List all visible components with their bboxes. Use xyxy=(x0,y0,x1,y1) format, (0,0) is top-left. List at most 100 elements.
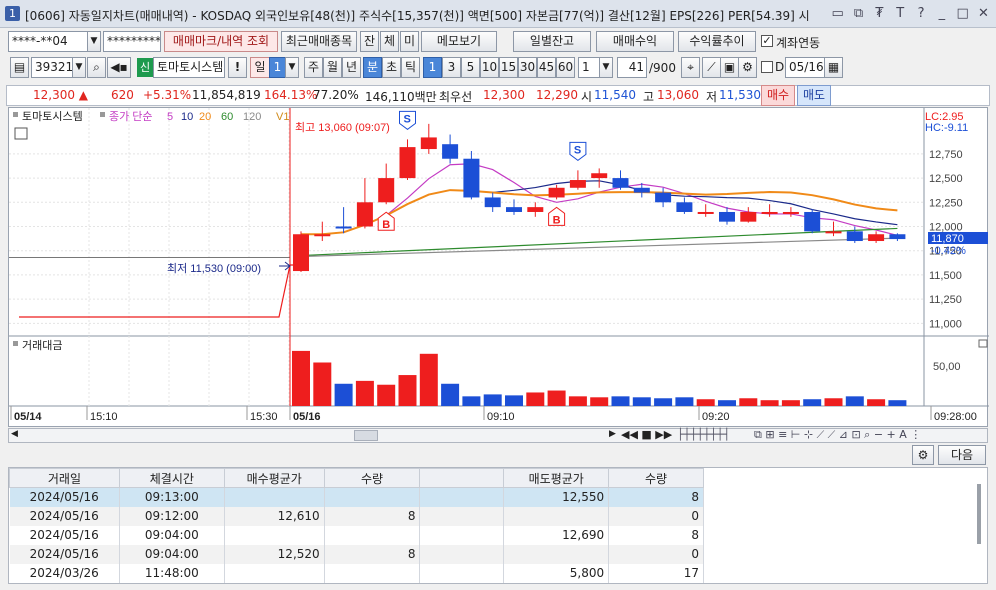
interval-button-0[interactable]: 1 xyxy=(423,57,442,78)
x-tick-label: 09:28:00 xyxy=(934,411,977,423)
minimize-icon[interactable]: _ xyxy=(933,5,950,22)
open-price: 11,540 xyxy=(594,88,636,102)
scroll-left-icon[interactable]: ◀ xyxy=(11,429,18,439)
sell-marker-label: S xyxy=(574,144,581,156)
scroll-right-icon[interactable]: ▶ xyxy=(609,429,616,439)
trade-marks-button[interactable]: 매매마크/내역 조회 xyxy=(164,31,278,52)
account-field[interactable]: ****-**04 xyxy=(8,31,88,52)
legend-ma-120: 120 xyxy=(243,111,261,123)
interval-button-6[interactable]: 45 xyxy=(537,57,556,78)
price-chart[interactable]: 12,750 12,500 12,250 12,000 11,750 11,500 11,2… xyxy=(8,107,989,428)
interval-button-4[interactable]: 15 xyxy=(499,57,518,78)
scroll-thumb[interactable] xyxy=(354,430,378,441)
save-icon[interactable]: ▣ xyxy=(720,57,739,78)
volume-bar xyxy=(441,383,460,406)
sell-button[interactable]: 매도 xyxy=(797,85,831,106)
column-header-0[interactable]: 거래일 xyxy=(9,468,120,488)
table-row[interactable]: 2024/05/16 09:04:00 12,520 8 0 xyxy=(9,544,704,564)
column-header-3[interactable]: 수량 xyxy=(323,468,421,488)
count-dropdown-icon[interactable]: ▼ xyxy=(599,57,613,78)
period-button-1[interactable]: 월 xyxy=(323,57,342,78)
interval-button-5[interactable]: 30 xyxy=(518,57,537,78)
interval-button-2[interactable]: 5 xyxy=(461,57,480,78)
next-button[interactable]: 다음 xyxy=(938,445,986,465)
drawing-tools-icons[interactable]: ⧉ ⊞ ≡ ⊢ ⊹ ⟋ ⟋ ⊿ ⊡ ⌕ − + A ⋮ xyxy=(754,428,921,442)
password-field[interactable]: ********* xyxy=(103,31,161,52)
bar-count-field[interactable]: 41 xyxy=(617,57,647,78)
account-link-checkbox[interactable]: ✓ xyxy=(761,35,773,47)
calendar-icon[interactable]: ▦ xyxy=(824,57,843,78)
period-button-5[interactable]: 틱 xyxy=(401,57,420,78)
volume-bar xyxy=(568,396,587,406)
help-icon[interactable]: ? xyxy=(913,5,930,22)
count-select[interactable]: 1 xyxy=(578,57,600,78)
date-field[interactable]: 05/16 xyxy=(785,57,825,78)
crosshair-icon[interactable]: ⌖ xyxy=(681,57,700,78)
daily-balance-button[interactable]: 일별잔고 xyxy=(513,31,591,52)
interval-button-7[interactable]: 60 xyxy=(556,57,575,78)
account-dropdown-icon[interactable]: ▼ xyxy=(87,31,101,52)
table-cell xyxy=(324,563,421,583)
column-header-2[interactable]: 매수평균가 xyxy=(223,468,325,488)
day-count-select[interactable]: 1 xyxy=(269,57,286,78)
font-icon[interactable]: T xyxy=(892,5,909,22)
table-row[interactable]: 2024/05/16 09:13:00 12,550 8 xyxy=(9,487,704,507)
table-row[interactable]: 2024/05/16 09:12:00 12,610 8 0 xyxy=(9,506,704,526)
return-trend-button[interactable]: 수익률추이 xyxy=(678,31,756,52)
column-header-4[interactable] xyxy=(419,468,505,488)
zoom-slider[interactable]: ├┼┼┼┼┼┼┤ xyxy=(677,428,730,441)
period-button-4[interactable]: 초 xyxy=(382,57,401,78)
grid-settings-icon[interactable]: ⚙ xyxy=(912,445,934,465)
alert-button[interactable]: ! xyxy=(228,57,247,78)
search-icon[interactable]: ⌕ xyxy=(87,57,106,78)
table-row[interactable]: 2024/03/26 11:48:00 5,800 17 xyxy=(9,563,704,583)
table-row[interactable]: 2024/05/16 09:04:00 12,690 8 xyxy=(9,525,704,545)
settings-gear-icon[interactable]: ⚙ xyxy=(738,57,757,78)
date-checkbox[interactable] xyxy=(761,61,773,73)
unfilled-button[interactable]: 미 xyxy=(400,31,419,52)
stock-code-field[interactable]: 393210 xyxy=(31,57,73,78)
y-tick-label: 12,250 xyxy=(929,197,963,209)
volume-bar xyxy=(590,397,609,406)
stock-search-icon[interactable]: ▤ xyxy=(10,57,29,78)
period-button-0[interactable]: 주 xyxy=(304,57,323,78)
recent-trades-button[interactable]: 최근매매종목 xyxy=(281,31,357,52)
day-count-dropdown-icon[interactable]: ▼ xyxy=(285,57,299,78)
period-button-3[interactable]: 분 xyxy=(363,57,382,78)
buy-button[interactable]: 매수 xyxy=(761,85,795,106)
candle-body xyxy=(719,211,735,222)
close-icon[interactable]: ✕ xyxy=(975,5,992,22)
price-tag: 11,870 xyxy=(931,233,964,245)
cascade-icon[interactable]: ⧉ xyxy=(850,5,867,22)
column-header-5[interactable]: 매도평균가 xyxy=(503,468,610,488)
executed-button[interactable]: 체 xyxy=(380,31,399,52)
memo-button[interactable]: 메모보기 xyxy=(421,31,497,52)
history-table: 거래일 체결시간 매수평균가 수량 매도평균가 수량 2024/05/16 09:13:00… xyxy=(9,468,704,583)
code-dropdown-icon[interactable]: ▼ xyxy=(72,57,86,78)
interval-button-3[interactable]: 10 xyxy=(480,57,499,78)
speaker-icon[interactable]: ◀▪ xyxy=(107,57,131,78)
chart-scrollbar[interactable]: ◀ ▶ ◀◀ ■ ▶▶ ├┼┼┼┼┼┼┤ ⧉ ⊞ ≡ ⊢ ⊹ ⟋ ⟋ ⊿ ⊡ ⌕… xyxy=(8,428,988,443)
balance-button[interactable]: 잔 xyxy=(360,31,379,52)
column-header-6[interactable]: 수량 xyxy=(608,468,704,488)
restore-icon[interactable]: ▭ xyxy=(829,5,846,22)
playback-icons[interactable]: ◀◀ ■ ▶▶ xyxy=(621,428,672,441)
period-button-2[interactable]: 년 xyxy=(342,57,361,78)
trade-profit-button[interactable]: 매매수익 xyxy=(596,31,674,52)
column-header-1[interactable]: 체결시간 xyxy=(118,468,225,488)
maximize-icon[interactable]: □ xyxy=(954,5,971,22)
interval-button-1[interactable]: 3 xyxy=(442,57,461,78)
period-day-button[interactable]: 일 xyxy=(250,57,270,78)
window-title: [0606] 자동일지차트(매매내역) - KOSDAQ 외국인보유[48(천)… xyxy=(25,9,810,23)
legend-dot xyxy=(100,112,105,117)
pin-icon[interactable]: ₮ xyxy=(871,5,888,22)
date-checkbox-label: D xyxy=(775,60,785,74)
best-bid: 12,290 xyxy=(536,88,578,102)
trade-strength: 77.20% xyxy=(313,88,359,102)
candle-body xyxy=(825,231,842,234)
volume-bar xyxy=(781,400,800,406)
chart-canvas[interactable]: 12,75012,50012,25012,00011,75011,50011,2… xyxy=(9,108,989,428)
table-scrollbar[interactable] xyxy=(977,484,981,544)
draw-line-icon[interactable]: ⟋ xyxy=(702,57,721,78)
x-tick-label: 09:20 xyxy=(702,411,730,423)
